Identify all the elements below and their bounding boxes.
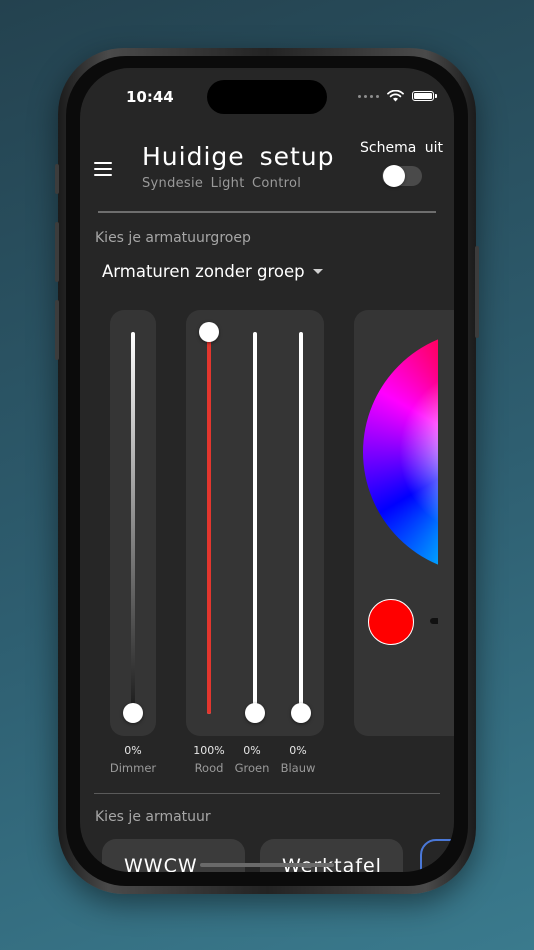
schema-toggle[interactable]	[382, 165, 422, 187]
fixture-chip-label: WWCW	[124, 855, 198, 872]
blauw-label: Blauw	[280, 761, 316, 775]
groen-slider-track[interactable]	[253, 332, 257, 714]
group-dropdown[interactable]: Armaturen zonder groep	[102, 262, 323, 281]
blauw-value: 0%	[289, 744, 307, 757]
volume-up-button	[55, 222, 59, 282]
group-section-label: Kies je armatuurgroep	[95, 230, 251, 246]
group-dropdown-value: Armaturen zonder groep	[102, 262, 305, 281]
power-button	[475, 246, 479, 338]
caret-down-icon	[312, 269, 323, 274]
page-subtitle: Syndesie Light Control	[142, 176, 302, 191]
dimmer-slider-thumb[interactable]	[123, 703, 143, 723]
dimmer-slider-track[interactable]	[131, 332, 135, 714]
fixture-section-label: Kies je armatuur	[95, 809, 211, 825]
volume-down-button	[55, 300, 59, 360]
schema-label: Schema uit	[360, 140, 443, 156]
groen-slider-thumb[interactable]	[245, 703, 265, 723]
color-picker-panel	[354, 310, 454, 736]
groen-value: 0%	[243, 744, 261, 757]
section-divider	[94, 793, 440, 794]
toggle-knob	[383, 165, 405, 187]
dynamic-island	[207, 80, 327, 114]
blauw-slider-thumb[interactable]	[291, 703, 311, 723]
dimmer-label: Dimmer	[109, 761, 157, 775]
battery-icon	[412, 91, 437, 101]
brightness-slider-handle[interactable]	[430, 618, 438, 624]
rood-slider-fill	[207, 332, 211, 714]
app-screen: 10:44 Huidige setup Syndesie Light Contr…	[80, 68, 454, 872]
dimmer-panel	[110, 310, 156, 736]
rgb-panel	[186, 310, 324, 736]
page-title: Huidige setup	[142, 142, 335, 171]
status-icons	[358, 90, 437, 102]
fixture-chip-selected-partial[interactable]	[420, 839, 454, 872]
dimmer-value: 0%	[124, 744, 142, 757]
fixture-chip-wwcw[interactable]: WWCW	[102, 839, 245, 872]
color-wheel[interactable]	[363, 330, 438, 574]
signal-dots-icon	[358, 94, 379, 98]
fixture-chip-werktafel[interactable]: Werktafel	[260, 839, 403, 872]
selected-color-swatch[interactable]	[368, 599, 414, 645]
header-divider	[98, 211, 436, 213]
home-indicator	[200, 863, 334, 867]
blauw-slider-track[interactable]	[299, 332, 303, 714]
rood-slider-thumb[interactable]	[199, 322, 219, 342]
wifi-icon	[387, 90, 404, 102]
menu-icon[interactable]	[94, 162, 112, 176]
silent-switch	[55, 164, 59, 194]
color-wheel-viewport	[354, 310, 438, 734]
status-time: 10:44	[126, 88, 174, 106]
